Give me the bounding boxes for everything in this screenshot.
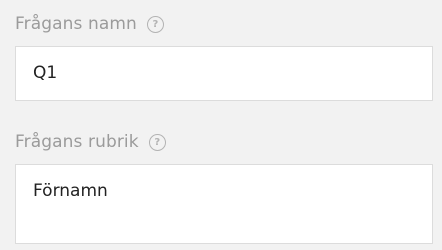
question-title-help-icon[interactable]: ? (148, 133, 166, 151)
question-name-help-icon[interactable]: ? (146, 15, 164, 33)
question-title-value: Förnamn (33, 181, 108, 201)
question-settings-panel: Frågans namn ? Q1 Frågans rubrik ? Förna… (0, 0, 442, 250)
question-name-label: Frågans namn (15, 14, 137, 34)
question-title-label: Frågans rubrik (15, 132, 139, 152)
question-title-input[interactable]: Förnamn (15, 164, 433, 244)
question-name-value: Q1 (33, 63, 58, 83)
question-name-label-row: Frågans namn ? (15, 13, 164, 35)
question-name-input[interactable]: Q1 (15, 46, 433, 101)
question-title-label-row: Frågans rubrik ? (15, 131, 166, 153)
